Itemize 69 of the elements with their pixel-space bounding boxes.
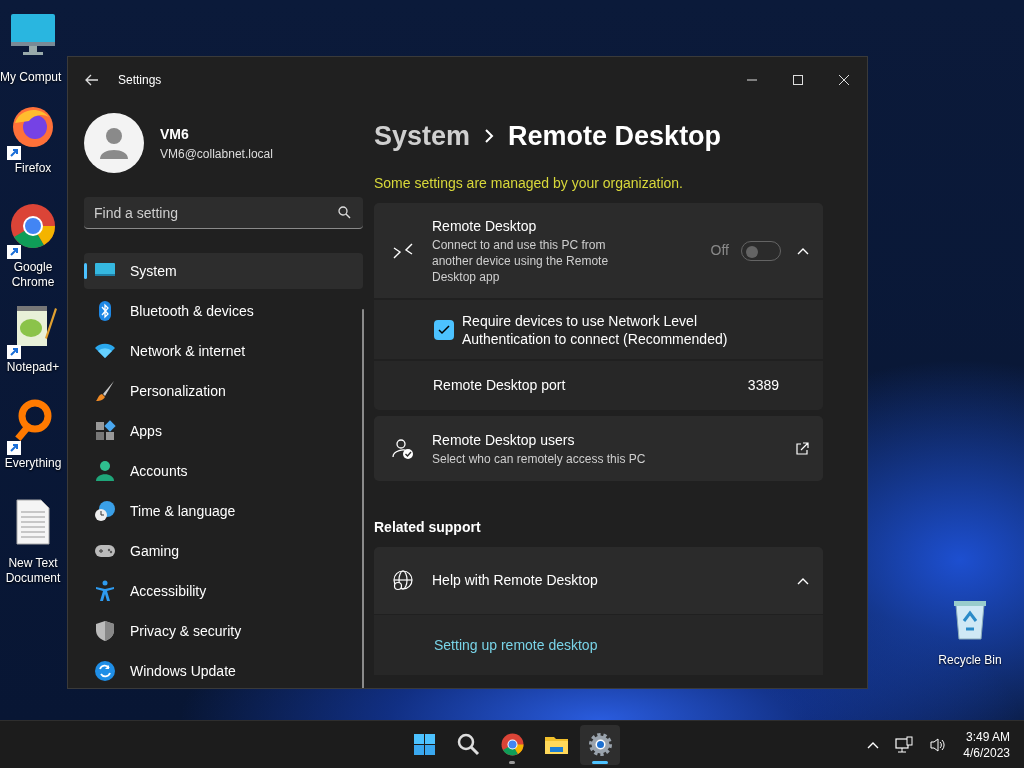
window-title: Settings	[118, 72, 163, 89]
icon-label[interactable]: Firefox	[14, 161, 52, 176]
setting-title: Remote Desktop users	[432, 431, 576, 450]
nav-item[interactable]: Personalization	[84, 373, 363, 409]
person-icon	[99, 127, 129, 159]
scrollbar[interactable]	[362, 309, 364, 688]
setting-title: Help with Remote Desktop	[432, 571, 599, 590]
back-arrow-icon[interactable]	[84, 72, 100, 88]
user-email: VM6@collabnet.local	[160, 145, 273, 163]
taskbar-button[interactable]	[580, 724, 620, 765]
windows-logo-icon	[411, 732, 437, 757]
setting-description: Select who can remotely access this PC	[432, 451, 647, 467]
chevron-up-icon[interactable]	[867, 740, 880, 749]
person-figure-icon	[94, 580, 116, 602]
shortcut-arrow-icon	[7, 345, 21, 359]
icon-label[interactable]: New Text Document	[1, 556, 65, 586]
setting-label: Remote Desktop port	[433, 376, 567, 395]
shield-icon	[94, 620, 116, 642]
setting-card[interactable]: Remote Desktop users Select who can remotely access this PC	[374, 416, 823, 481]
icon-label[interactable]: Notepad+	[6, 360, 60, 375]
close-icon	[839, 75, 849, 85]
checkbox[interactable]	[434, 319, 454, 340]
refresh-icon	[94, 660, 116, 682]
chrome-icon	[499, 732, 525, 757]
clock-time[interactable]: 3:49 AM	[963, 728, 1010, 745]
chrome-icon[interactable]	[9, 202, 57, 250]
apps-grid-icon	[94, 420, 116, 442]
icon-label[interactable]: My Comput	[0, 70, 62, 85]
nav-item[interactable]: Accounts	[84, 453, 363, 489]
toggle-state: Off	[710, 241, 729, 260]
checkbox-label: Require devices to use Network Level Authentication to connect (Recommended)	[462, 311, 729, 348]
page-title: Remote Desktop	[508, 119, 722, 153]
icon-label[interactable]: Google Chrome	[1, 260, 65, 290]
network-icon[interactable]	[895, 735, 914, 754]
open-external-icon	[795, 441, 809, 456]
gear-icon	[587, 732, 613, 757]
chevron-right-icon	[484, 129, 495, 143]
nav-item[interactable]: Bluetooth & devices	[84, 293, 363, 329]
setting-title: Remote Desktop	[432, 217, 538, 236]
help-link[interactable]: Setting up remote desktop	[434, 634, 598, 656]
chevron-up-icon[interactable]	[797, 576, 809, 585]
icon-label[interactable]: Recycle Bin	[938, 653, 1002, 668]
search-icon	[455, 732, 481, 757]
nav-item[interactable]: System	[84, 253, 363, 289]
globe-clock-icon	[94, 500, 116, 522]
person-check-icon	[392, 437, 414, 460]
volume-icon[interactable]	[929, 736, 948, 753]
nav-item[interactable]: Apps	[84, 413, 363, 449]
icon-label[interactable]: Everything	[4, 456, 62, 471]
section-heading: Related support	[374, 518, 482, 537]
nav-item[interactable]: Windows Update	[84, 653, 363, 688]
shortcut-arrow-icon	[7, 245, 21, 259]
policy-notice: Some settings are managed by your organization.	[374, 174, 684, 193]
person-icon	[94, 460, 116, 482]
shortcut-arrow-icon	[7, 146, 21, 160]
user-name: VM6	[160, 124, 190, 144]
globe-search-icon	[392, 569, 414, 592]
checkmark-icon	[438, 324, 450, 335]
maximize-icon	[793, 75, 803, 85]
nav-item[interactable]: Accessibility	[84, 573, 363, 609]
chevron-up-icon[interactable]	[797, 246, 809, 255]
clock-date[interactable]: 4/6/2023	[963, 744, 1010, 761]
search-field[interactable]: Find a setting	[84, 197, 363, 229]
port-value: 3389	[747, 376, 779, 395]
shortcut-arrow-icon	[7, 441, 21, 455]
setting-description: Connect to and use this PC from another device using the Remote Desktop app	[432, 237, 610, 285]
setting-card[interactable]: Help with Remote Desktop	[374, 547, 823, 614]
search-icon	[338, 206, 351, 219]
breadcrumb-link[interactable]: System	[374, 115, 471, 157]
